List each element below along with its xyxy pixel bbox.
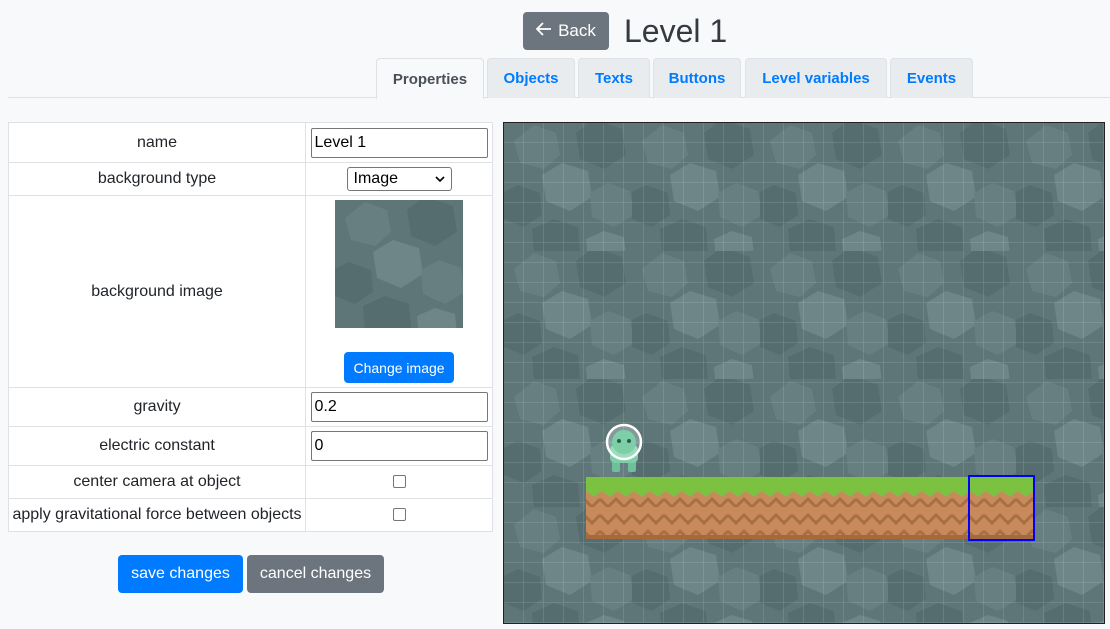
property-row-electric-constant: electric constant 0 — [7, 426, 493, 466]
property-row-background-image: background image Change image — [7, 195, 493, 388]
background-image-label: background image — [7, 195, 307, 388]
tab-objects[interactable]: Objects — [487, 58, 575, 98]
tab-texts[interactable]: Texts — [578, 58, 650, 98]
tab-level-variables[interactable]: Level variables — [745, 58, 887, 98]
property-row-center-camera: center camera at object — [7, 465, 493, 499]
level-canvas[interactable] — [503, 122, 1105, 624]
name-label: name — [7, 122, 307, 163]
tab-buttons[interactable]: Buttons — [653, 58, 741, 98]
background-type-select[interactable]: Image — [346, 167, 452, 191]
property-row-apply-gravity: apply gravitational force between object… — [7, 498, 493, 532]
property-row-gravity: gravity 0.2 — [7, 387, 493, 427]
change-image-button[interactable]: Change image — [344, 352, 455, 383]
electric-constant-input[interactable]: 0 — [310, 431, 488, 461]
center-camera-label: center camera at object — [7, 465, 307, 499]
background-image-thumbnail — [335, 200, 464, 328]
gravity-label: gravity — [7, 387, 307, 427]
background-type-selected: Image — [353, 170, 398, 187]
properties-table: name Level 1 background type Image backg… — [7, 122, 493, 532]
back-button[interactable]: Back — [523, 12, 609, 50]
header: Back Level 1 — [523, 12, 727, 50]
cancel-changes-button[interactable]: cancel changes — [247, 555, 384, 593]
background-type-label: background type — [7, 162, 307, 196]
apply-gravity-label: apply gravitational force between object… — [7, 498, 307, 532]
gravity-input[interactable]: 0.2 — [310, 392, 488, 422]
tab-events[interactable]: Events — [890, 58, 973, 98]
name-input[interactable]: Level 1 — [310, 127, 488, 158]
apply-gravity-checkbox[interactable] — [392, 508, 406, 522]
page-title: Level 1 — [624, 13, 728, 49]
center-camera-checkbox[interactable] — [392, 475, 406, 489]
electric-constant-label: electric constant — [7, 426, 307, 466]
level-canvas-svg[interactable] — [504, 123, 1104, 623]
tab-properties[interactable]: Properties — [376, 58, 484, 99]
tab-bar: Properties Objects Texts Buttons Level v… — [0, 58, 1110, 99]
back-label: Back — [558, 21, 596, 40]
save-changes-button[interactable]: save changes — [118, 555, 243, 593]
editor-grid — [504, 123, 1104, 623]
property-row-name: name Level 1 — [7, 122, 493, 163]
property-row-background-type: background type Image — [7, 162, 493, 196]
arrow-left-icon — [535, 21, 552, 41]
ground-platform[interactable] — [586, 477, 1034, 539]
chevron-down-icon — [434, 170, 445, 188]
